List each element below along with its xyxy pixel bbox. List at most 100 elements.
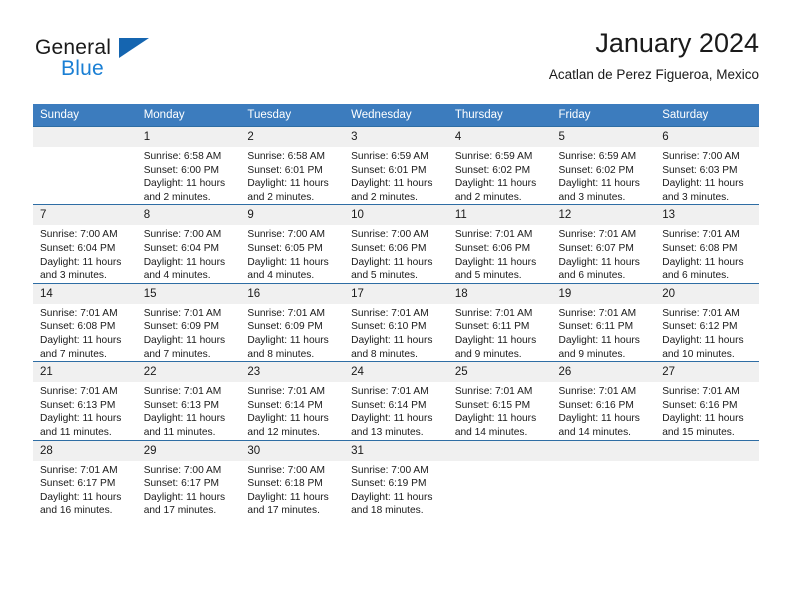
calendar-day-cell[interactable]: 31 Sunrise: 7:00 AM Sunset: 6:19 PM Dayligh…: [344, 439, 448, 518]
day-details: Sunrise: 7:01 AM Sunset: 6:08 PM Daylight:…: [33, 304, 137, 361]
page-title: January 2024: [595, 28, 759, 58]
calendar-day-cell[interactable]: 5 Sunrise: 6:59 AM Sunset: 6:02 PM Daylight…: [551, 125, 656, 205]
calendar-day-cell[interactable]: 3 Sunrise: 6:59 AM Sunset: 6:01 PM Daylight…: [344, 125, 448, 205]
day-detail-line: Daylight: 11 hours: [558, 334, 640, 346]
day-detail-line: Sunset: 6:09 PM: [247, 321, 323, 333]
calendar-day-cell[interactable]: 14 Sunrise: 7:01 AM Sunset: 6:08 PM Dayligh…: [33, 282, 137, 362]
day-detail-line: and 9 minutes.: [558, 348, 626, 360]
weekday-header-wednesday: Wednesday: [344, 104, 448, 127]
day-detail-line: and 7 minutes.: [40, 348, 107, 360]
calendar-day-cell[interactable]: 26 Sunrise: 7:01 AM Sunset: 6:16 PM Dayligh…: [551, 361, 656, 440]
calendar-day-cell[interactable]: 24 Sunrise: 7:01 AM Sunset: 6:14 PM Dayligh…: [344, 361, 448, 440]
day-details: Sunrise: 6:59 AM Sunset: 6:02 PM Daylight:…: [552, 147, 656, 204]
page-subtitle: Acatlan de Perez Figueroa, Mexico: [548, 67, 759, 82]
calendar-day-cell[interactable]: 28 Sunrise: 7:01 AM Sunset: 6:17 PM Dayligh…: [33, 439, 137, 518]
calendar-day-cell[interactable]: 2 Sunrise: 6:58 AM Sunset: 6:01 PM Daylight…: [240, 125, 345, 205]
day-number: 12: [551, 205, 656, 226]
calendar-day-cell[interactable]: 12 Sunrise: 7:01 AM Sunset: 6:07 PM Dayligh…: [551, 204, 656, 284]
calendar-day-cell[interactable]: 15 Sunrise: 7:01 AM Sunset: 6:09 PM Dayligh…: [136, 282, 241, 362]
day-detail-line: Sunset: 6:01 PM: [247, 164, 323, 176]
calendar-day-cell[interactable]: 21 Sunrise: 7:01 AM Sunset: 6:13 PM Dayligh…: [33, 361, 137, 440]
logo-text-blue: Blue: [61, 57, 104, 80]
day-detail-line: and 12 minutes.: [247, 426, 320, 438]
calendar-empty-cell: [551, 439, 656, 518]
day-number: 24: [344, 362, 448, 383]
day-detail-line: Sunset: 6:13 PM: [40, 399, 116, 411]
calendar-day-cell[interactable]: 20 Sunrise: 7:01 AM Sunset: 6:12 PM Dayligh…: [655, 282, 759, 362]
day-details: Sunrise: 6:58 AM Sunset: 6:01 PM Daylight:…: [240, 147, 344, 204]
calendar-day-cell[interactable]: 19 Sunrise: 7:01 AM Sunset: 6:11 PM Dayligh…: [551, 282, 656, 362]
day-number: 19: [551, 283, 656, 304]
title-block: January 2024 Acatlan de Perez Figueroa, …: [549, 26, 759, 85]
day-number: 21: [33, 362, 137, 383]
calendar-day-cell[interactable]: 17 Sunrise: 7:01 AM Sunset: 6:10 PM Dayligh…: [344, 282, 448, 362]
calendar-day-cell[interactable]: 23 Sunrise: 7:01 AM Sunset: 6:14 PM Dayligh…: [240, 361, 345, 440]
day-detail-line: Daylight: 11 hours: [40, 491, 122, 503]
day-detail-line: Sunrise: 7:01 AM: [558, 386, 637, 398]
day-detail-line: and 8 minutes.: [351, 348, 418, 360]
day-number: 5: [551, 127, 656, 147]
day-detail-line: Sunrise: 7:01 AM: [247, 386, 325, 398]
calendar-day-cell[interactable]: 11 Sunrise: 7:01 AM Sunset: 6:06 PM Dayligh…: [447, 204, 552, 284]
day-details: Sunrise: 7:01 AM Sunset: 6:13 PM Daylight:…: [33, 382, 137, 439]
day-details: Sunrise: 7:00 AM Sunset: 6:04 PM Daylight:…: [33, 225, 137, 282]
day-detail-line: Sunrise: 7:01 AM: [662, 386, 740, 398]
day-detail-line: Sunrise: 6:58 AM: [143, 151, 222, 162]
day-detail-line: Daylight: 11 hours: [247, 413, 329, 425]
day-detail-line: Daylight: 11 hours: [143, 256, 226, 268]
day-number: [447, 440, 552, 461]
day-detail-line: Sunrise: 6:59 AM: [351, 151, 429, 162]
calendar-day-cell[interactable]: 27 Sunrise: 7:01 AM Sunset: 6:16 PM Dayligh…: [655, 361, 759, 440]
calendar-day-cell[interactable]: 1 Sunrise: 6:58 AM Sunset: 6:00 PM Daylight…: [136, 125, 241, 205]
calendar-day-cell[interactable]: 18 Sunrise: 7:01 AM Sunset: 6:11 PM Dayligh…: [447, 282, 552, 362]
day-detail-line: Sunrise: 7:00 AM: [143, 229, 222, 241]
calendar-day-cell[interactable]: 30 Sunrise: 7:00 AM Sunset: 6:18 PM Dayligh…: [240, 439, 345, 518]
calendar-day-cell[interactable]: 25 Sunrise: 7:01 AM Sunset: 6:15 PM Dayligh…: [447, 361, 552, 440]
day-detail-line: and 4 minutes.: [247, 270, 315, 282]
day-details: Sunrise: 7:00 AM Sunset: 6:03 PM Daylight:…: [655, 147, 759, 204]
day-detail-line: Sunset: 6:17 PM: [40, 478, 116, 490]
day-detail-line: Sunset: 6:00 PM: [143, 164, 220, 176]
calendar-day-cell[interactable]: 16 Sunrise: 7:01 AM Sunset: 6:09 PM Dayligh…: [240, 282, 345, 362]
calendar-day-cell[interactable]: 22 Sunrise: 7:01 AM Sunset: 6:13 PM Dayligh…: [136, 361, 241, 440]
calendar-day-cell[interactable]: 13 Sunrise: 7:01 AM Sunset: 6:08 PM Dayligh…: [655, 204, 759, 284]
day-detail-line: Sunrise: 7:01 AM: [143, 307, 222, 319]
day-detail-line: and 8 minutes.: [247, 348, 315, 360]
day-details: Sunrise: 7:01 AM Sunset: 6:06 PM Daylight:…: [448, 225, 552, 282]
calendar-day-cell[interactable]: 6 Sunrise: 7:00 AM Sunset: 6:03 PM Daylight…: [655, 125, 759, 205]
day-detail-line: and 14 minutes.: [454, 426, 528, 438]
triangle-icon: [119, 38, 149, 58]
weekday-header-tuesday: Tuesday: [240, 104, 345, 127]
day-number: 31: [344, 440, 448, 461]
general-blue-logo[interactable]: General Blue: [33, 36, 203, 86]
calendar-day-cell[interactable]: 9 Sunrise: 7:00 AM Sunset: 6:05 PM Daylight…: [240, 204, 345, 284]
day-detail-line: and 15 minutes.: [662, 426, 735, 438]
day-detail-line: Daylight: 11 hours: [247, 491, 329, 503]
day-number: 1: [136, 127, 241, 147]
day-detail-line: Sunrise: 7:01 AM: [247, 307, 325, 319]
day-detail-line: Sunset: 6:17 PM: [143, 478, 220, 490]
calendar-day-cell[interactable]: 4 Sunrise: 6:59 AM Sunset: 6:02 PM Daylight…: [447, 125, 552, 205]
day-detail-line: Sunset: 6:06 PM: [454, 242, 531, 254]
day-detail-line: and 2 minutes.: [247, 191, 315, 203]
weekday-header-thursday: Thursday: [447, 104, 552, 127]
day-detail-line: Sunrise: 7:01 AM: [454, 307, 533, 319]
day-detail-line: Daylight: 11 hours: [662, 178, 744, 190]
day-details: Sunrise: 7:01 AM Sunset: 6:08 PM Daylight:…: [655, 225, 759, 282]
day-detail-line: Sunset: 6:01 PM: [351, 164, 427, 176]
weekday-header-sunday: Sunday: [33, 104, 137, 127]
day-detail-line: Daylight: 11 hours: [558, 413, 640, 425]
day-detail-line: Daylight: 11 hours: [558, 178, 640, 190]
day-detail-line: Daylight: 11 hours: [143, 413, 226, 425]
weekday-header-monday: Monday: [136, 104, 241, 127]
calendar-day-cell[interactable]: 29 Sunrise: 7:00 AM Sunset: 6:17 PM Dayligh…: [136, 439, 241, 518]
day-detail-line: Daylight: 11 hours: [454, 334, 537, 346]
calendar-empty-cell: [33, 125, 137, 205]
calendar-day-cell[interactable]: 8 Sunrise: 7:00 AM Sunset: 6:04 PM Daylight…: [136, 204, 241, 284]
day-detail-line: Sunrise: 7:01 AM: [143, 386, 222, 398]
calendar-day-cell[interactable]: 10 Sunrise: 7:00 AM Sunset: 6:06 PM Dayligh…: [344, 204, 448, 284]
day-detail-line: Sunrise: 7:01 AM: [558, 307, 637, 319]
day-detail-line: Sunrise: 7:01 AM: [351, 307, 429, 319]
day-detail-line: Daylight: 11 hours: [454, 178, 537, 190]
calendar-day-cell[interactable]: 7 Sunrise: 7:00 AM Sunset: 6:04 PM Daylight…: [33, 204, 137, 284]
